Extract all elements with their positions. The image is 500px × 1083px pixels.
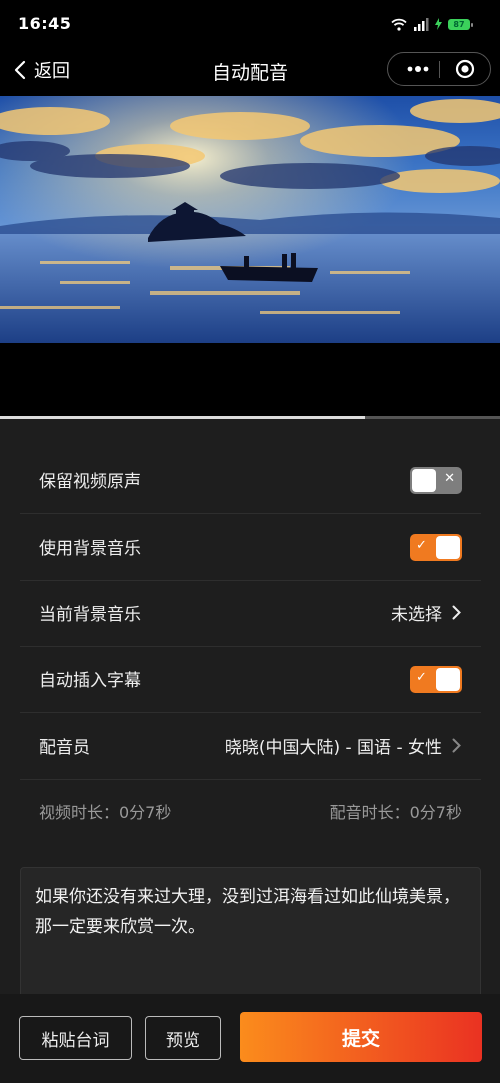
script-textarea[interactable]: 如果你还没有来过大理，没到过洱海看过如此仙境美景，那一定要来欣赏一次。 <box>20 867 481 1007</box>
keep-original-audio-label: 保留视频原声 <box>39 472 141 492</box>
charging-bolt-icon <box>435 18 442 30</box>
wifi-icon <box>391 18 407 31</box>
chevron-right-icon <box>452 605 461 620</box>
video-player[interactable] <box>0 96 500 343</box>
close-mini-program-button[interactable] <box>440 53 490 85</box>
battery-icon: 87 <box>448 18 473 30</box>
nav-bar: 自动配音 返回 <box>0 44 500 96</box>
row-voice-actor[interactable]: 配音员 晓晓(中国大陆) - 国语 - 女性 <box>20 713 481 780</box>
current-bgm-value: 未选择 <box>391 605 442 625</box>
toggle-knob <box>436 536 460 559</box>
current-bgm-label: 当前背景音乐 <box>39 605 141 625</box>
chevron-right-icon <box>452 738 461 753</box>
status-bar: 16:45 87 <box>0 0 500 44</box>
video-letterbox <box>0 343 500 417</box>
dubbing-settings-panel: 保留视频原声 ✕ 使用背景音乐 ✓ 当前背景音乐 未选择 自动插入字幕 ✓ 配音… <box>0 419 500 1007</box>
video-duration: 视频时长：0分7秒 <box>39 803 172 822</box>
row-use-bgm: 使用背景音乐 ✓ <box>20 514 481 581</box>
back-label: 返回 <box>34 61 70 82</box>
toggle-state-icon: ✕ <box>444 471 455 486</box>
row-current-bgm[interactable]: 当前背景音乐 未选择 <box>20 580 481 647</box>
more-button[interactable] <box>396 53 439 85</box>
auto-subtitles-toggle[interactable]: ✓ <box>410 666 462 693</box>
preview-button[interactable]: 预览 <box>145 1016 221 1060</box>
row-auto-subtitles: 自动插入字幕 ✓ <box>20 646 481 713</box>
cellular-signal-icon <box>414 17 429 31</box>
voice-actor-value: 晓晓(中国大陆) - 国语 - 女性 <box>224 738 442 758</box>
row-keep-original-audio: 保留视频原声 ✕ <box>20 447 481 514</box>
bottom-action-bar: 粘贴台词 预览 提交 <box>0 994 500 1083</box>
chevron-left-icon <box>14 60 26 80</box>
use-bgm-label: 使用背景音乐 <box>39 539 141 559</box>
more-dots-icon <box>407 66 428 72</box>
toggle-state-icon: ✓ <box>416 670 427 685</box>
toggle-knob <box>412 469 436 492</box>
status-time: 16:45 <box>18 14 72 33</box>
submit-button[interactable]: 提交 <box>240 1012 482 1062</box>
toggle-knob <box>436 668 460 691</box>
mini-program-capsule <box>387 52 491 86</box>
voice-actor-selector[interactable]: 晓晓(中国大陆) - 国语 - 女性 <box>225 733 461 758</box>
auto-subtitles-label: 自动插入字幕 <box>39 671 141 691</box>
voiceover-duration: 配音时长：0分7秒 <box>329 803 462 822</box>
use-bgm-toggle[interactable]: ✓ <box>410 534 462 561</box>
back-button[interactable]: 返回 <box>14 56 70 84</box>
video-frame-image <box>0 96 500 343</box>
voice-actor-label: 配音员 <box>39 738 90 758</box>
status-icons: 87 <box>391 16 473 32</box>
current-bgm-selector[interactable]: 未选择 <box>391 600 461 625</box>
battery-level: 87 <box>453 19 465 29</box>
keep-original-audio-toggle[interactable]: ✕ <box>410 467 462 494</box>
toggle-state-icon: ✓ <box>416 538 427 553</box>
target-close-icon <box>455 59 475 79</box>
paste-script-button[interactable]: 粘贴台词 <box>19 1016 132 1060</box>
